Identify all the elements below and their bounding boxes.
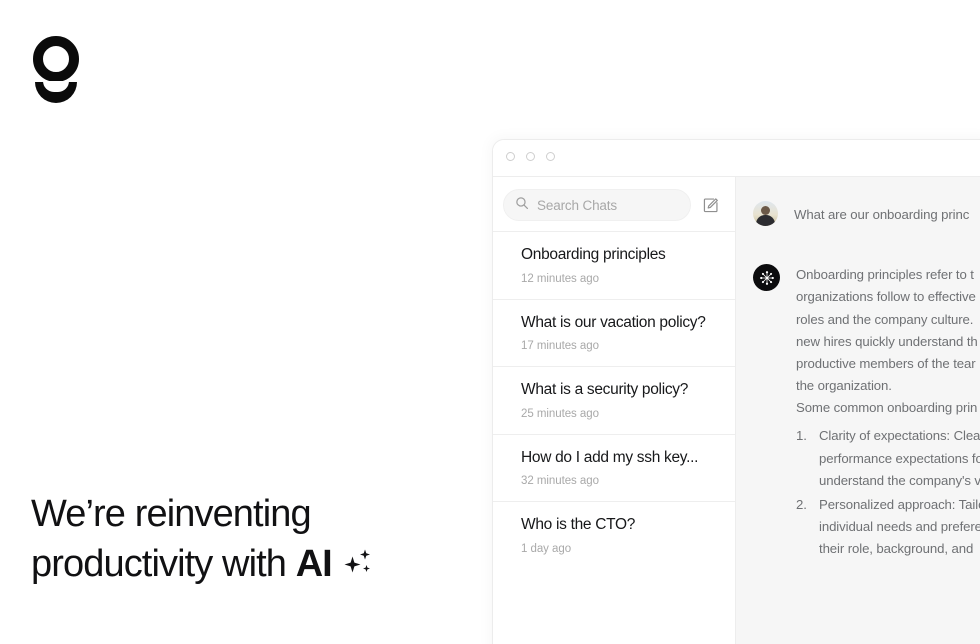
assistant-paragraph-line: the organization. <box>796 378 892 394</box>
assistant-paragraph-line: roles and the company culture. <box>796 311 974 327</box>
close-dot-icon[interactable] <box>506 152 515 161</box>
chat-item-title: How do I add my ssh key... <box>521 448 699 466</box>
logo-crescent-icon <box>35 81 77 103</box>
chat-sidebar: Search Chats Onboarding principles 12 mi… <box>493 176 736 644</box>
chat-item-title: What is our vacation policy? <box>521 313 706 331</box>
chat-item-timestamp: 25 minutes ago <box>521 407 599 420</box>
sparkles-icon <box>341 541 375 591</box>
assistant-list-item: Personalized approach: Tailo individual … <box>796 494 980 561</box>
assistant-atom-icon <box>753 264 780 292</box>
list-item-line: Personalized approach: Tailo <box>819 496 980 512</box>
avatar-torso <box>756 215 775 226</box>
chat-list-item[interactable]: How do I add my ssh key... 32 minutes ag… <box>493 433 735 502</box>
hero-line-2-prefix: productivity with <box>31 543 296 586</box>
chat-item-timestamp: 17 minutes ago <box>521 340 599 353</box>
hero-line-1: We’re reinventing <box>31 493 312 535</box>
chat-item-timestamp: 12 minutes ago <box>521 272 599 285</box>
search-placeholder: Search Chats <box>537 197 617 213</box>
assistant-paragraph-line: productive members of the tear <box>796 355 976 371</box>
window-controls <box>506 152 555 161</box>
chat-list-item[interactable]: Who is the CTO? 1 day ago <box>493 501 735 569</box>
assistant-paragraph-line: organizations follow to effective <box>796 289 976 305</box>
brand-logo <box>29 36 89 103</box>
chat-list-item[interactable]: Onboarding principles 12 minutes ago <box>493 231 735 299</box>
zoom-dot-icon[interactable] <box>546 152 555 161</box>
chat-item-timestamp: 1 day ago <box>521 542 572 555</box>
avatar-head <box>761 206 770 215</box>
minimize-dot-icon[interactable] <box>526 152 535 161</box>
conversation-pane: What are our onboarding princ Onboarding… <box>736 176 980 644</box>
assistant-paragraph-line: Onboarding principles refer to t <box>796 267 974 283</box>
sidebar-toolbar: Search Chats <box>493 177 735 231</box>
chat-list-item[interactable]: What is a security policy? 25 minutes ag… <box>493 366 735 434</box>
list-item-line: Clarity of expectations: Clea <box>819 428 980 444</box>
list-item-line: individual needs and prefere <box>819 519 980 535</box>
user-message-text: What are our onboarding princ <box>794 207 970 222</box>
app-window: Search Chats Onboarding principles 12 mi… <box>492 139 980 644</box>
chat-item-title: Onboarding principles <box>521 246 666 263</box>
user-avatar <box>753 201 778 226</box>
hero-line-2-bold: AI <box>295 543 333 586</box>
list-item-line: their role, background, and <box>819 541 974 557</box>
chat-list-item[interactable]: What is our vacation policy? 17 minutes … <box>493 298 735 367</box>
assistant-paragraph-line: new hires quickly understand th <box>796 333 978 349</box>
assistant-message: Onboarding principles refer to t organiz… <box>753 264 980 560</box>
chat-item-title: What is a security policy? <box>521 381 689 399</box>
assistant-message-text: Onboarding principles refer to t organiz… <box>796 264 980 560</box>
chat-item-timestamp: 32 minutes ago <box>521 475 599 488</box>
assistant-ordered-list: Clarity of expectations: Clea performanc… <box>796 425 980 560</box>
page-root: We’re reinventing productivity with AI S… <box>0 0 980 644</box>
list-item-line: understand the company's v <box>819 472 980 488</box>
user-message: What are our onboarding princ <box>753 201 980 226</box>
window-body: Search Chats Onboarding principles 12 mi… <box>493 176 980 644</box>
chat-item-title: Who is the CTO? <box>521 516 636 534</box>
list-item-line: performance expectations fo <box>819 450 980 466</box>
chat-list: Onboarding principles 12 minutes ago Wha… <box>493 231 735 569</box>
search-icon <box>515 196 529 215</box>
assistant-list-item: Clarity of expectations: Clea performanc… <box>796 425 980 492</box>
hero-headline: We’re reinventing productivity with AI <box>31 489 451 591</box>
assistant-intro-line: Some common onboarding prin <box>796 400 978 416</box>
logo-ring-icon <box>33 36 79 82</box>
compose-pencil-icon[interactable] <box>697 191 725 219</box>
search-input[interactable]: Search Chats <box>503 189 691 221</box>
window-titlebar <box>493 140 980 176</box>
